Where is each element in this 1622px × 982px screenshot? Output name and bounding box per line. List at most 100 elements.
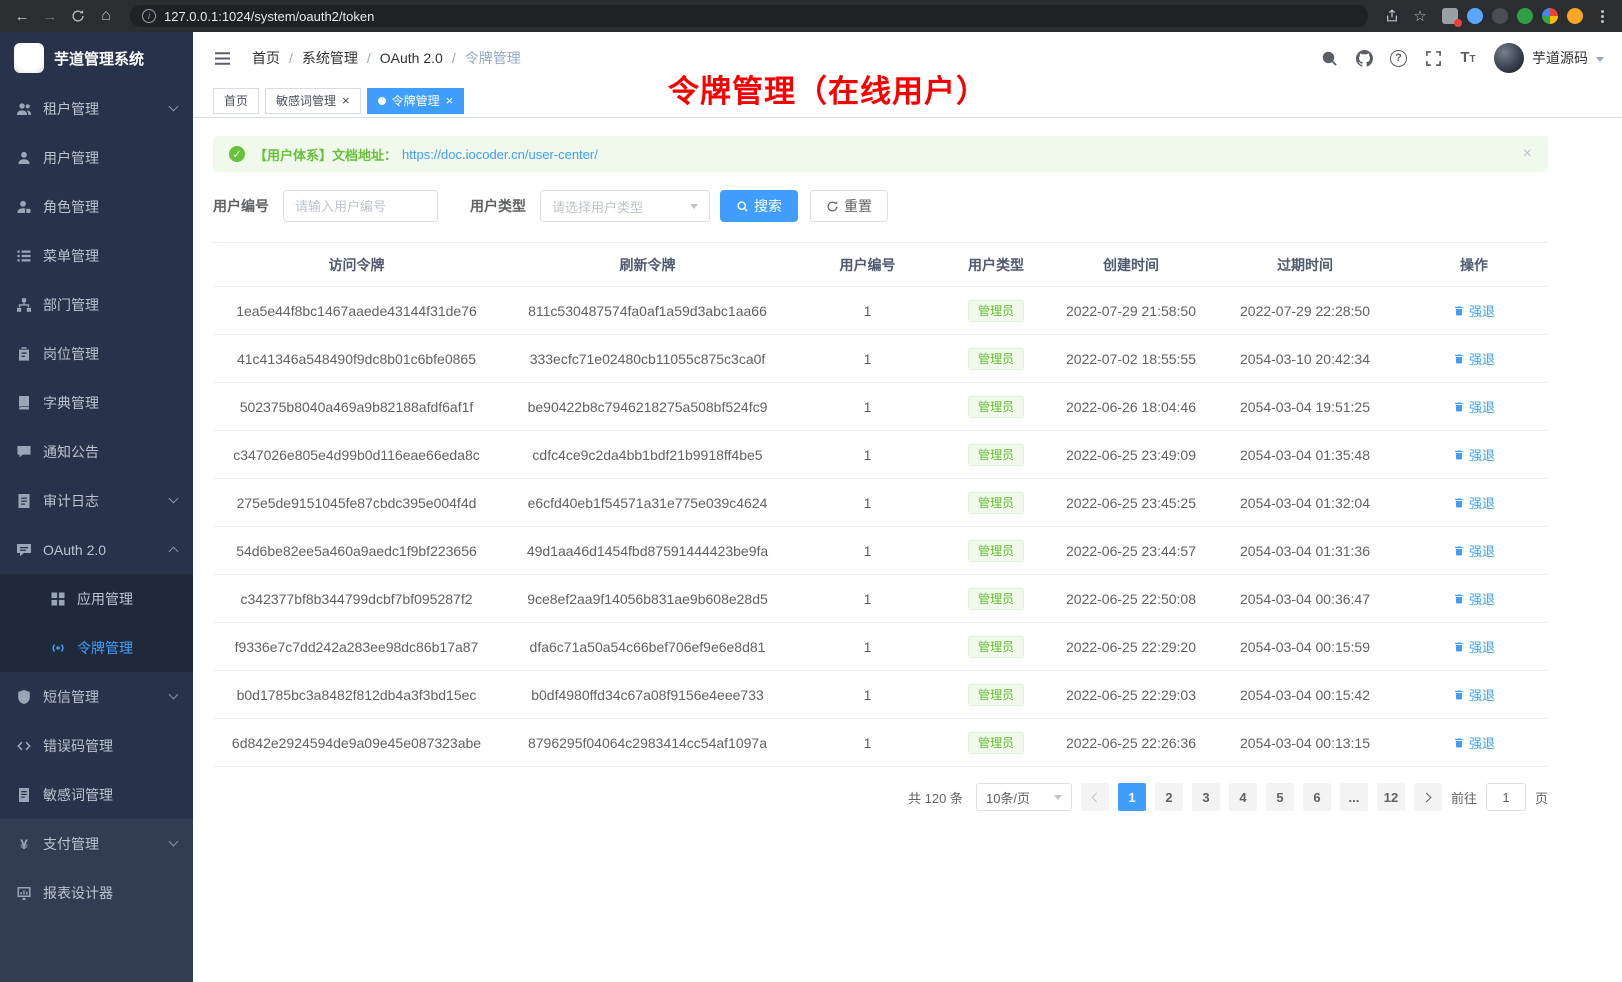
sidebar-item-dept[interactable]: 部门管理 [0,280,193,329]
forward-icon[interactable] [38,4,62,28]
back-icon[interactable] [10,4,34,28]
page-button[interactable]: 4 [1229,783,1257,811]
user-id-input[interactable] [283,190,438,222]
goto-page-input[interactable] [1486,783,1526,811]
extension-icon[interactable] [1542,8,1558,24]
user-type-select[interactable]: 请选择用户类型 [540,190,710,222]
tab-home[interactable]: 首页 [213,88,259,114]
close-icon[interactable] [342,94,350,107]
force-logout-button[interactable]: 强退 [1453,589,1495,608]
page-button[interactable]: 3 [1192,783,1220,811]
comment-icon [16,542,32,558]
github-icon[interactable] [1355,49,1373,67]
fullscreen-icon[interactable] [1424,49,1442,67]
sidebar-item-payment[interactable]: 支付管理 [0,819,193,868]
sidebar-item-notice[interactable]: 通知公告 [0,427,193,476]
sidebar-item-tenant[interactable]: 租户管理 [0,84,193,133]
sidebar: 芋道管理系统 租户管理 用户管理 角色管理 菜单管理 部 [0,32,193,982]
page-button[interactable]: 1 [1118,783,1146,811]
search-icon[interactable] [1320,49,1338,67]
prev-page-button[interactable] [1081,783,1109,811]
url-text: 127.0.0.1:1024/system/oauth2/token [164,9,374,24]
app-logo[interactable]: 芋道管理系统 [0,32,193,84]
force-logout-button[interactable]: 强退 [1453,493,1495,512]
search-button[interactable]: 搜索 [720,190,798,222]
help-icon[interactable] [1390,50,1407,67]
extension-icon[interactable] [1442,8,1458,24]
user-menu[interactable]: 芋道源码 [1494,43,1604,73]
extension-icon[interactable] [1492,8,1508,24]
profile-avatar-icon[interactable] [1567,8,1583,24]
app-grid-icon [50,591,66,607]
table-row: 54d6be82ee5a460a9aedc1f9bf223656 49d1aa4… [213,527,1548,575]
token-table: 访问令牌 刷新令牌 用户编号 用户类型 创建时间 过期时间 操作 1ea5e44… [213,242,1548,767]
browser-menu-icon[interactable] [1593,6,1612,27]
doc-lines-icon [16,787,32,803]
share-icon[interactable] [1380,4,1404,28]
page-button[interactable]: 2 [1155,783,1183,811]
sidebar-item-oauth[interactable]: OAuth 2.0 [0,525,193,574]
sidebar-toggle-icon[interactable] [213,49,232,68]
username: 芋道源码 [1532,48,1588,68]
sidebar-item-menu[interactable]: 菜单管理 [0,231,193,280]
code-icon [16,738,32,754]
sidebar-item-post[interactable]: 岗位管理 [0,329,193,378]
home-icon[interactable] [94,4,118,28]
table-row: c342377bf8b344799dcbf7bf095287f2 9ce8ef2… [213,575,1548,623]
user-type-badge: 管理员 [968,540,1024,562]
extension-icon[interactable] [1517,8,1533,24]
site-info-icon[interactable] [142,9,156,23]
page-button[interactable]: 5 [1266,783,1294,811]
sidebar-item-user[interactable]: 用户管理 [0,133,193,182]
reload-icon[interactable] [66,4,90,28]
force-logout-button[interactable]: 强退 [1453,349,1495,368]
breadcrumb-system[interactable]: 系统管理 [302,48,380,68]
sidebar-item-dict[interactable]: 字典管理 [0,378,193,427]
force-logout-button[interactable]: 强退 [1453,733,1495,752]
sidebar-item-oauth-apps[interactable]: 应用管理 [0,574,193,623]
sidebar-item-report-designer[interactable]: 报表设计器 [0,868,193,917]
breadcrumb-oauth[interactable]: OAuth 2.0 [380,50,465,66]
font-size-icon[interactable] [1459,49,1477,67]
active-dot-icon [378,97,386,105]
close-icon[interactable] [446,94,454,107]
force-logout-button[interactable]: 强退 [1453,445,1495,464]
shield-icon [16,689,32,705]
extension-icon[interactable] [1467,8,1483,24]
force-logout-button[interactable]: 强退 [1453,301,1495,320]
address-bar[interactable]: 127.0.0.1:1024/system/oauth2/token [130,5,1368,27]
force-logout-button[interactable]: 强退 [1453,685,1495,704]
page-button[interactable]: 6 [1303,783,1331,811]
sidebar-item-audit-log[interactable]: 审计日志 [0,476,193,525]
tab-token-management[interactable]: 令牌管理 [367,88,465,114]
sidebar-item-error-code[interactable]: 错误码管理 [0,721,193,770]
sidebar-item-sms[interactable]: 短信管理 [0,672,193,721]
force-logout-button[interactable]: 强退 [1453,637,1495,656]
book-icon [16,395,32,411]
page-button[interactable]: 12 [1377,783,1405,811]
close-icon[interactable] [1523,145,1532,163]
bookmark-star-icon[interactable] [1408,4,1432,28]
sidebar-item-role[interactable]: 角色管理 [0,182,193,231]
doc-link[interactable]: https://doc.iocoder.cn/user-center/ [402,147,598,162]
breadcrumb-home[interactable]: 首页 [252,48,302,68]
force-logout-button[interactable]: 强退 [1453,541,1495,560]
col-refresh-token: 刷新令牌 [500,243,795,287]
breadcrumb: 首页 系统管理 OAuth 2.0 令牌管理 [252,48,521,68]
col-user-type: 用户类型 [940,243,1052,287]
table-row: b0d1785bc3a8482f812db4a3f3bd15ec b0df498… [213,671,1548,719]
force-logout-button[interactable]: 强退 [1453,397,1495,416]
sidebar-item-sensitive-words[interactable]: 敏感词管理 [0,770,193,819]
reset-button[interactable]: 重置 [810,190,888,222]
tab-sensitive-words[interactable]: 敏感词管理 [265,88,361,114]
col-expires: 过期时间 [1210,243,1400,287]
delete-icon [1453,401,1465,413]
users-icon [16,101,32,117]
sidebar-item-oauth-tokens[interactable]: 令牌管理 [0,623,193,672]
chevron-down-icon [1596,57,1604,62]
next-page-button[interactable] [1414,783,1442,811]
page-size-select[interactable]: 10条/页 [976,783,1072,811]
user-type-badge: 管理员 [968,348,1024,370]
more-pages-button[interactable]: ... [1340,783,1368,811]
user-id-label: 用户编号 [213,196,269,216]
